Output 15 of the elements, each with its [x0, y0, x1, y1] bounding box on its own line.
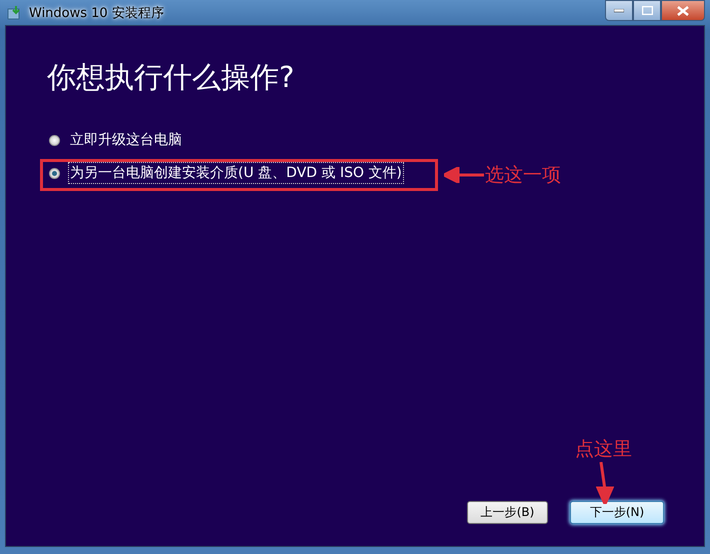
window-title: Windows 10 安装程序: [29, 4, 164, 22]
maximize-button[interactable]: [633, 0, 661, 21]
minimize-button[interactable]: [605, 0, 633, 21]
minimize-icon: [614, 8, 624, 12]
close-icon: [677, 6, 689, 16]
arrow-icon: [444, 167, 484, 183]
arrow-icon: [596, 462, 614, 504]
close-button[interactable]: [661, 0, 705, 21]
back-button[interactable]: 上一步(B): [467, 501, 548, 524]
annotation-text: 点这里: [575, 437, 632, 462]
next-button[interactable]: 下一步(N): [570, 501, 664, 524]
maximize-icon: [642, 6, 652, 15]
annotation-text: 选这一项: [485, 163, 561, 188]
radio-option[interactable]: 立即升级这台电脑: [47, 129, 186, 151]
page-heading: 你想执行什么操作?: [46, 59, 296, 96]
